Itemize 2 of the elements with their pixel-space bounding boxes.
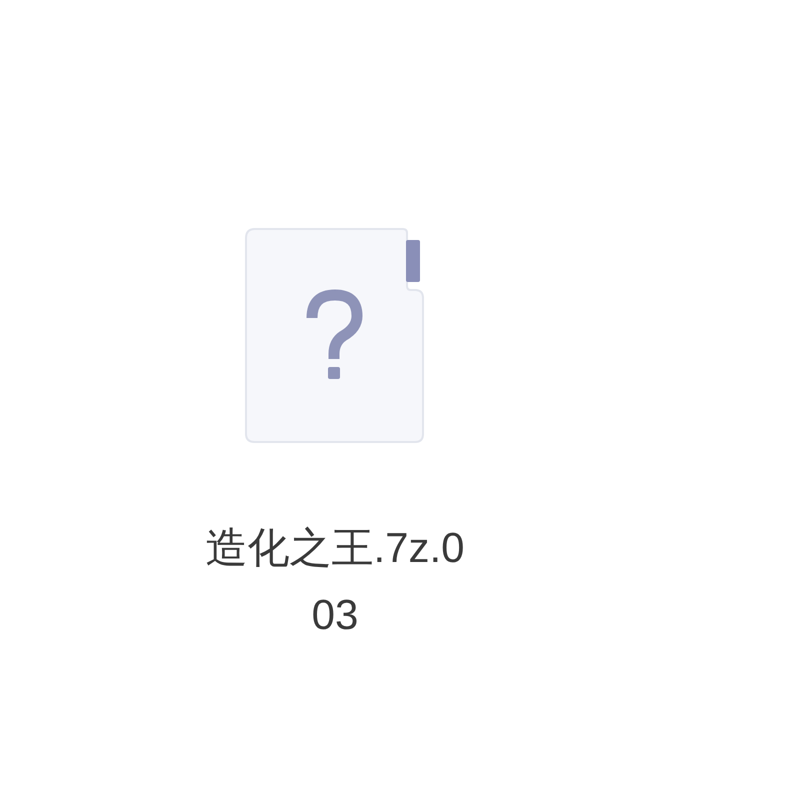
file-name: 造化之王.7z.003 bbox=[204, 523, 466, 640]
unknown-file-icon[interactable] bbox=[245, 228, 425, 444]
